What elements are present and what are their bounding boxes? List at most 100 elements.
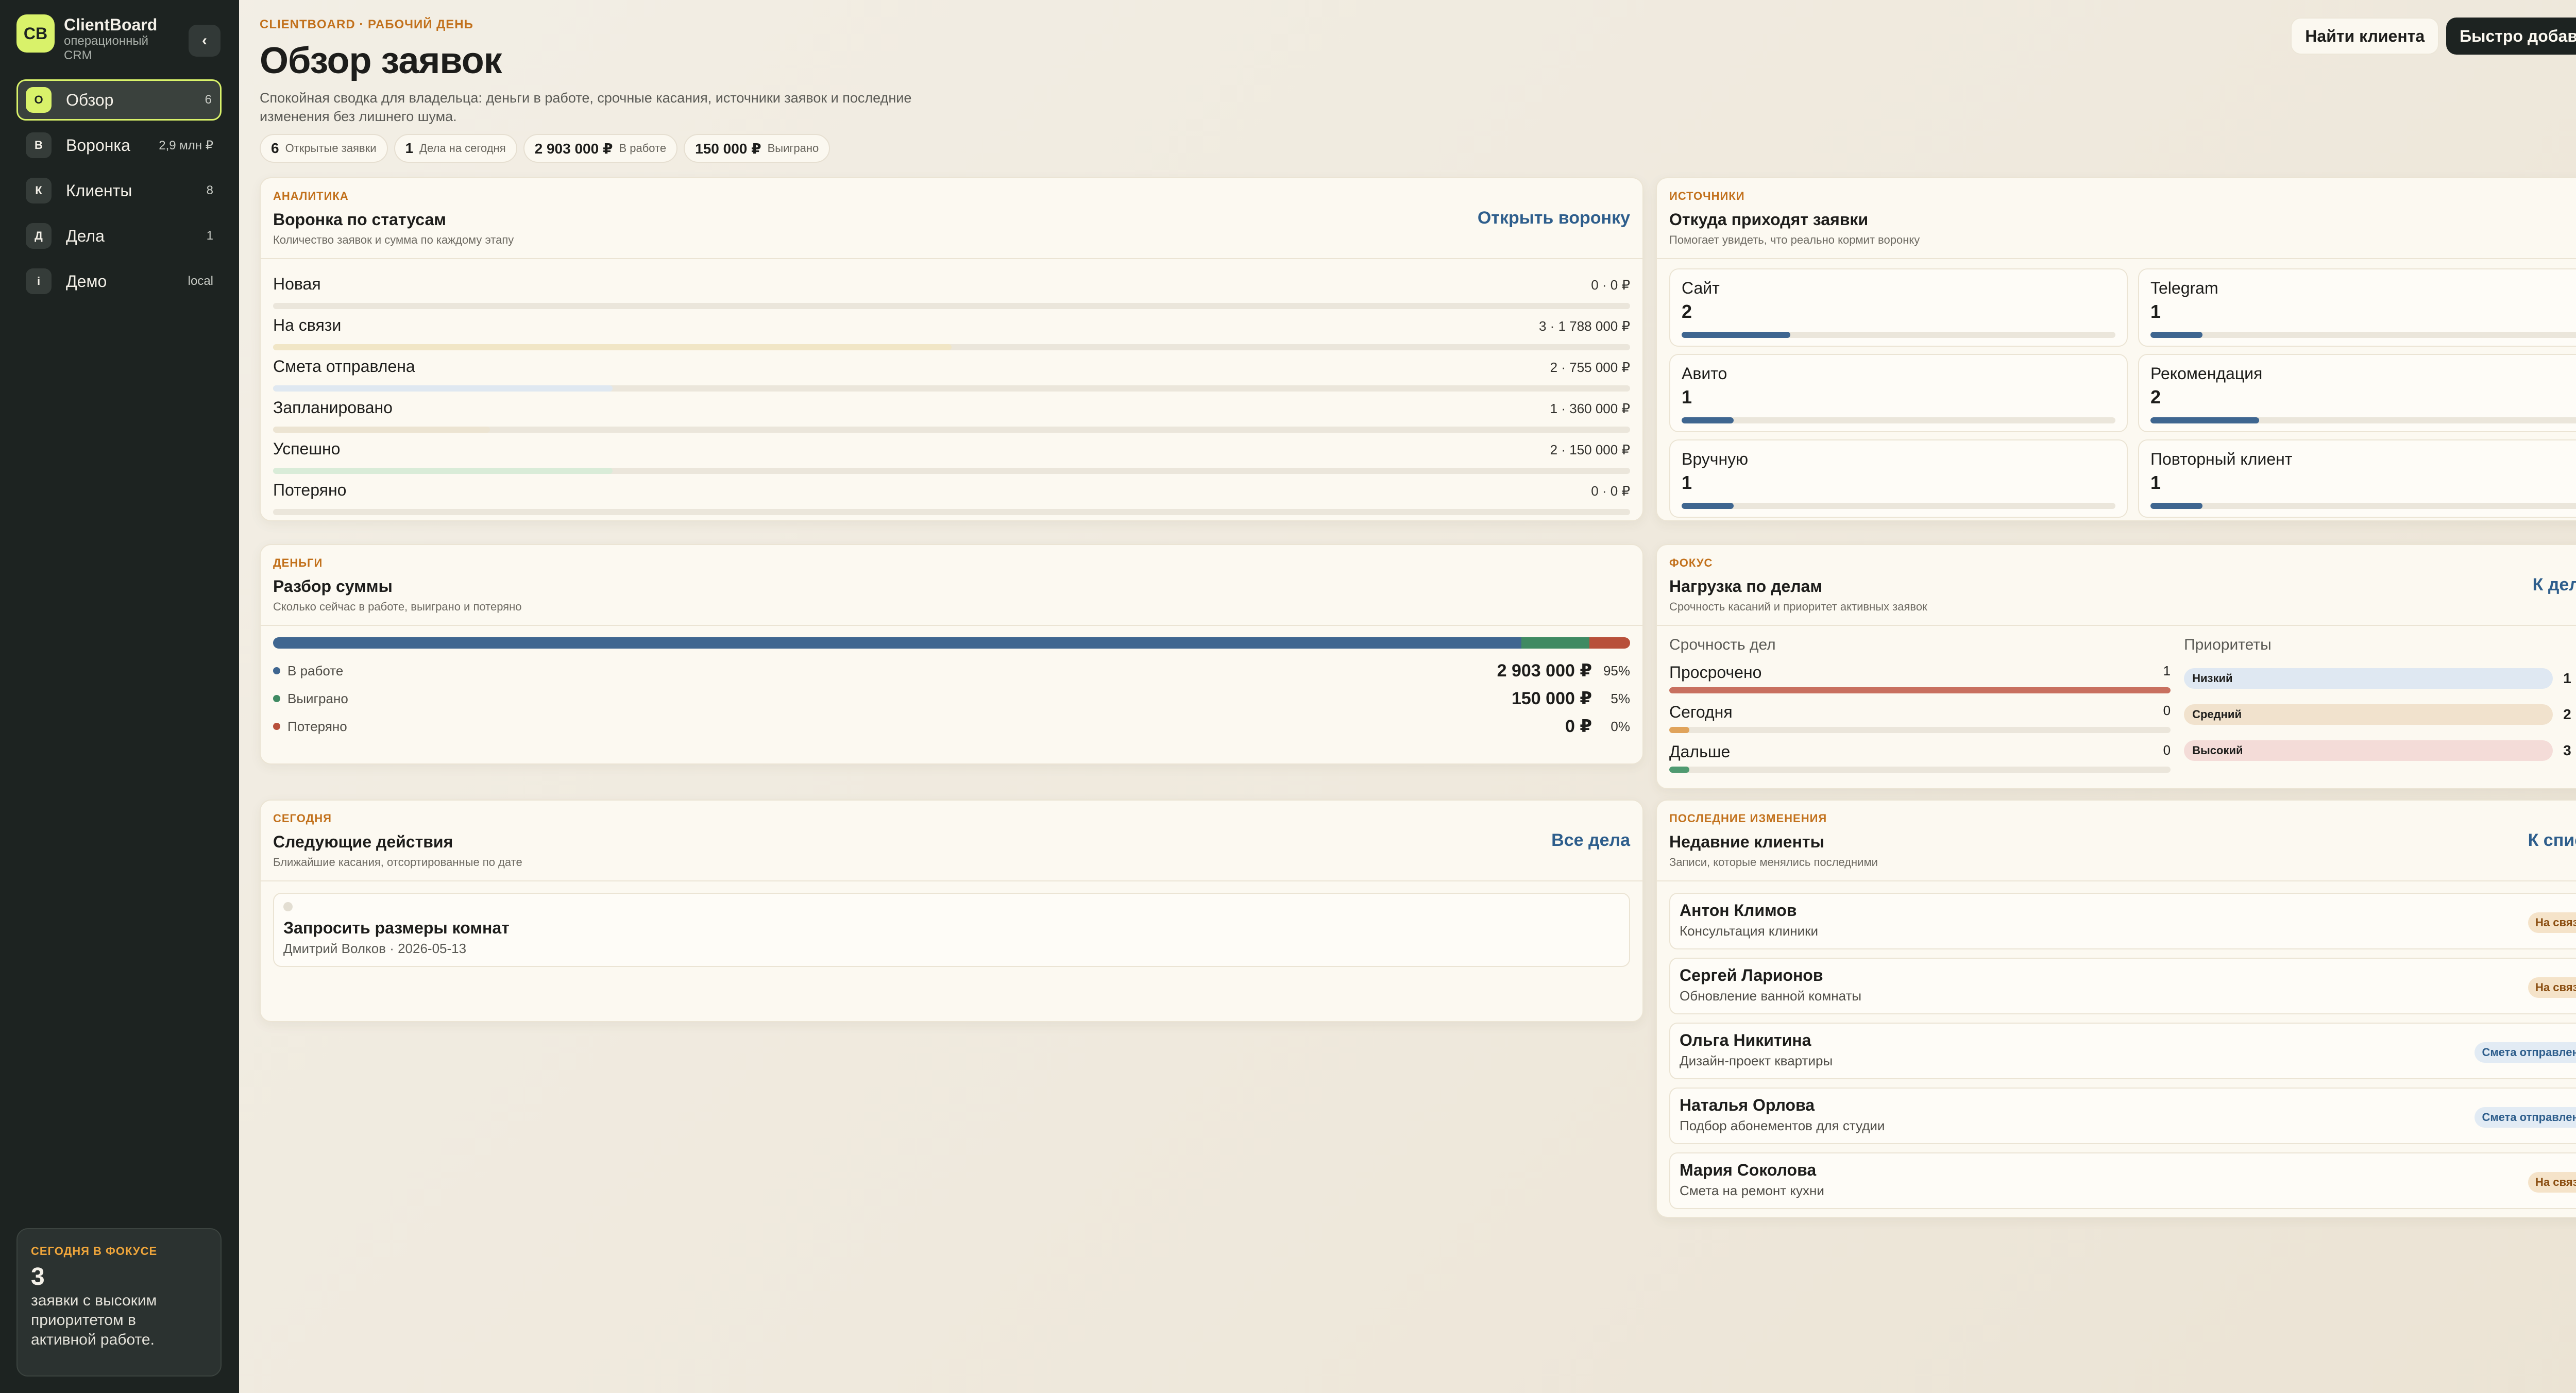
funnel-row[interactable]: На связи 3 · 1 788 000 ₽ — [273, 308, 1630, 350]
card-title: Следующие действия — [273, 833, 453, 851]
sidebar-item-overview[interactable]: О Обзор 6 — [16, 79, 222, 121]
urgency-label: Просрочено — [1669, 663, 1762, 682]
recent-clients-card: ПОСЛЕДНИЕ ИЗМЕНЕНИЯ Недавние клиенты Зап… — [1656, 800, 2576, 1218]
card-title: Разбор суммы — [273, 577, 393, 596]
money-amount: 0 ₽ — [1565, 717, 1592, 736]
sidebar-item-funnel[interactable]: В Воронка 2,9 млн ₽ — [16, 125, 222, 166]
page-eyebrow: CLIENTBOARD · РАБОЧИЙ ДЕНЬ — [260, 18, 473, 31]
client-item[interactable]: Ольга Никитина Дизайн-проект квартиры Смет… — [1669, 1023, 2576, 1079]
sidebar-item-clients[interactable]: К Клиенты 8 — [16, 170, 222, 211]
sidebar-item-demo[interactable]: i Демо local — [16, 261, 222, 302]
nav-badge: Д — [26, 223, 52, 249]
urgency-line: Дальше 0 — [1669, 742, 2171, 761]
money-percent: 95% — [1603, 662, 1630, 678]
sidebar-item-tasks[interactable]: Д Дела 1 — [16, 215, 222, 257]
sidebar-item-count: 1 — [206, 229, 213, 243]
brand-text: ClientBoard операционный CRM — [64, 15, 177, 63]
funnel-line: На связи 3 · 1 788 000 ₽ — [273, 316, 1630, 335]
money-segment — [1589, 637, 1630, 649]
funnel-row[interactable]: Потеряно 0 · 0 ₽ — [273, 472, 1630, 515]
page-description: Спокойная сводка для владельца: деньги в… — [260, 90, 912, 124]
funnel-rows: Новая 0 · 0 ₽ На связи 3 · 1 788 000 ₽ Смета… — [261, 259, 1642, 515]
card-header: ПОСЛЕДНИЕ ИЗМЕНЕНИЯ Недавние клиенты Зап… — [1657, 801, 2576, 869]
money-legend: В работе 2 903 000 ₽ 95% Выиграно 150 000 ₽ 5… — [261, 649, 1642, 740]
urgency-track — [1669, 687, 2171, 693]
card-header: СЕГОДНЯ Следующие действия Ближайшие кас… — [261, 801, 1642, 869]
urgency-line: Просрочено 1 — [1669, 663, 2171, 682]
status-badge: На связи — [2528, 977, 2576, 998]
brand: CB ClientBoard операционный CRM — [16, 14, 177, 63]
focus-number: 3 — [31, 1263, 45, 1290]
quick-add-button[interactable]: Быстро добавить — [2446, 18, 2576, 55]
sidebar-item-label: Клиенты — [66, 181, 132, 200]
priority-count: 2 — [2563, 706, 2571, 722]
stat-tasks-today: 1 Дела на сегодня — [394, 134, 517, 163]
priority-row: Высокий350% — [2184, 739, 2576, 762]
funnel-row[interactable]: Успешно 2 · 150 000 ₽ — [273, 431, 1630, 474]
card-eyebrow: АНАЛИТИКА — [273, 190, 349, 202]
client-name: Ольга Никитина — [1680, 1031, 1811, 1049]
collapse-sidebar-button[interactable]: ‹ — [189, 25, 221, 57]
funnel-row[interactable]: Новая 0 · 0 ₽ — [273, 266, 1630, 309]
open-funnel-link[interactable]: Открыть воронку — [1478, 208, 1630, 228]
source-name: Рекомендация — [2150, 364, 2263, 383]
source-name: Повторный клиент — [2150, 450, 2293, 468]
page-title: Обзор заявок — [260, 40, 502, 81]
card-subtitle: Количество заявок и сумма по каждому эта… — [273, 233, 514, 246]
money-percent: 5% — [1611, 690, 1630, 706]
funnel-track — [273, 509, 1630, 515]
client-name: Наталья Орлова — [1680, 1096, 1815, 1114]
source-tile[interactable]: Вручную 1 — [1669, 439, 2128, 518]
source-tile[interactable]: Рекомендация 2 — [2138, 354, 2576, 432]
client-description: Консультация клиники — [1680, 923, 1819, 939]
client-description: Подбор абонементов для студии — [1680, 1118, 1885, 1133]
source-tile[interactable]: Telegram 1 — [2138, 268, 2576, 347]
source-count: 1 — [2150, 472, 2161, 493]
stat-label: Дела на сегодня — [419, 142, 506, 155]
task-meta: Дмитрий Волков · 2026-05-13 — [283, 941, 467, 956]
source-name: Сайт — [1682, 279, 1720, 297]
stat-label: Открытые заявки — [285, 142, 377, 155]
urgency-row: Дальше 0 — [1669, 742, 2171, 773]
urgency-row: Просрочено 1 — [1669, 663, 2171, 693]
sidebar-nav: О Обзор 6 В Воронка 2,9 млн ₽ К Клиенты … — [16, 79, 222, 306]
sources-grid: Сайт 2 Telegram 1 Авито 1 Рекомендация 2 Вручную… — [1657, 259, 2576, 518]
client-item[interactable]: Сергей Ларионов Обновление ванной комнаты… — [1669, 958, 2576, 1014]
funnel-stage-name: Смета отправлена — [273, 357, 415, 376]
urgency-row: Сегодня 0 — [1669, 703, 2171, 733]
task-item[interactable]: Запросить размеры комнат Дмитрий Волков … — [273, 893, 1630, 967]
client-item[interactable]: Наталья Орлова Подбор абонементов для сту… — [1669, 1088, 2576, 1144]
card-header: ФОКУС Нагрузка по делам Срочность касани… — [1657, 545, 2576, 614]
client-item[interactable]: Мария Соколова Смета на ремонт кухни На св… — [1669, 1152, 2576, 1209]
priority-row: Средний233% — [2184, 703, 2576, 726]
go-to-tasks-link[interactable]: К делам — [2533, 575, 2576, 595]
source-tile[interactable]: Сайт 2 — [1669, 268, 2128, 347]
source-tile[interactable]: Повторный клиент 1 — [2138, 439, 2576, 518]
source-track — [1682, 503, 2115, 509]
sidebar-item-count: local — [188, 274, 213, 288]
money-segment — [1521, 637, 1589, 649]
money-amount: 150 000 ₽ — [1511, 689, 1592, 708]
client-item[interactable]: Антон Климов Консультация клиники На связи — [1669, 893, 2576, 949]
funnel-row[interactable]: Смета отправлена 2 · 755 000 ₽ — [273, 349, 1630, 392]
stat-won: 150 000 ₽ Выиграно — [684, 134, 831, 163]
sidebar-item-count: 6 — [205, 93, 212, 107]
source-name: Вручную — [1682, 450, 1749, 468]
money-percent: 0% — [1611, 718, 1630, 734]
priorities-column: Приоритеты Низкий117%Средний233%Высокий3… — [2184, 636, 2576, 773]
focus-text: заявки с высоким приоритетом в активной … — [31, 1292, 157, 1348]
urgency-label: Дальше — [1669, 742, 1731, 761]
to-list-link[interactable]: К списку — [2528, 830, 2576, 851]
source-fill — [1682, 417, 1734, 423]
card-header: ИСТОЧНИКИ Откуда приходят заявки Помогае… — [1657, 178, 2576, 247]
sidebar-item-label: Воронка — [66, 135, 130, 155]
sidebar-item-label: Дела — [66, 226, 105, 245]
all-tasks-link[interactable]: Все дела — [1551, 830, 1630, 851]
urgency-fill — [1669, 767, 1689, 773]
find-client-button[interactable]: Найти клиента — [2291, 18, 2439, 55]
urgency-count: 1 — [2163, 663, 2171, 678]
source-tile[interactable]: Авито 1 — [1669, 354, 2128, 432]
card-title: Откуда приходят заявки — [1669, 210, 1869, 229]
money-stacked-bar — [273, 637, 1630, 649]
funnel-row[interactable]: Запланировано 1 · 360 000 ₽ — [273, 390, 1630, 433]
